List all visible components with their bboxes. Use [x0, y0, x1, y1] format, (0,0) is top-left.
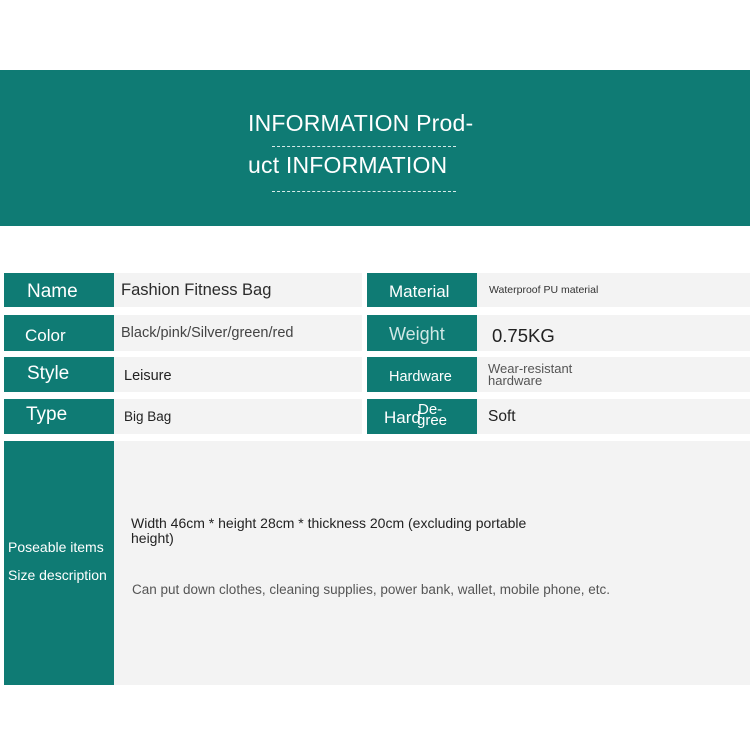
value-name: Fashion Fitness Bag	[114, 273, 362, 307]
value-hardness-text: Soft	[488, 408, 516, 425]
header-title-line-2: uct INFORMATION	[248, 152, 448, 178]
value-hardware: Wear-resistant hardware	[477, 357, 750, 392]
size-description-text: Width 46cm * height 28cm * thickness 20c…	[131, 515, 527, 546]
label-poseable-items: Poseable items	[8, 539, 104, 555]
label-type-text: Type	[26, 404, 68, 425]
label-hardness: Hard De- gree	[367, 399, 477, 434]
value-weight: 0.75KG	[477, 315, 750, 351]
value-material-text: Waterproof PU material	[489, 284, 599, 296]
label-name-text: Name	[27, 281, 78, 302]
label-style: Style	[4, 357, 114, 392]
label-type: Type	[4, 399, 114, 434]
value-style: Leisure	[114, 357, 362, 392]
value-weight-text: 0.75KG	[492, 325, 555, 346]
label-hardware-text: Hardware	[389, 369, 452, 385]
label-size-description: Size description	[8, 567, 107, 583]
label-color: Color	[4, 315, 114, 351]
label-color-text: Color	[25, 326, 66, 345]
value-color: Black/pink/Silver/green/red	[114, 315, 362, 351]
label-weight-text: Weight	[389, 324, 445, 344]
value-hardware-text-line-2: hardware	[488, 373, 543, 388]
value-description: Width 46cm * height 28cm * thickness 20c…	[114, 441, 750, 685]
value-material: Waterproof PU material	[477, 273, 750, 307]
value-color-text: Black/pink/Silver/green/red	[121, 325, 294, 341]
label-material: Material	[367, 273, 477, 307]
label-hardware: Hardware	[367, 357, 477, 392]
label-weight: Weight	[367, 315, 477, 351]
poseable-items-text: Can put down clothes, cleaning supplies,…	[132, 582, 611, 597]
label-hardness-text-1: Hard	[384, 408, 421, 427]
label-hardness-text-3: gree	[417, 412, 448, 429]
label-name: Name	[4, 273, 114, 307]
value-name-text: Fashion Fitness Bag	[121, 281, 272, 299]
header-title-line-1: INFORMATION Prod-	[248, 110, 474, 136]
header-divider-1	[272, 146, 456, 147]
value-type-text: Big Bag	[124, 409, 172, 424]
header-banner: INFORMATION Prod- uct INFORMATION	[0, 70, 750, 226]
header-divider-2	[272, 191, 456, 192]
value-type: Big Bag	[114, 399, 362, 434]
value-style-text: Leisure	[124, 368, 172, 384]
label-material-text: Material	[389, 282, 450, 301]
value-hardness: Soft	[477, 399, 750, 434]
label-style-text: Style	[27, 363, 70, 384]
label-description: Poseable items Size description	[4, 441, 114, 685]
